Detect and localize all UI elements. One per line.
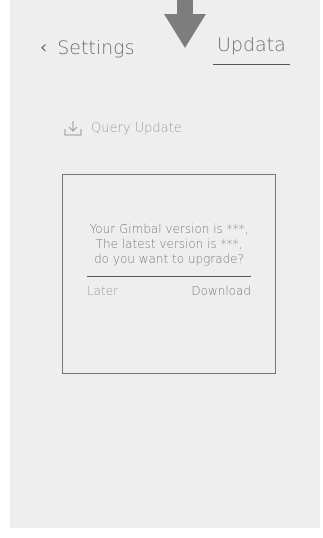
app-screen: ‹ Settings Updata Query Update Your Gimb… — [10, 0, 320, 528]
dialog-divider — [87, 276, 251, 277]
tab-updata[interactable]: Updata — [213, 34, 290, 65]
dialog-message-line: The latest version is ***, — [95, 237, 243, 251]
dialog-message-line: do you want to upgrade? — [94, 252, 244, 266]
back-button[interactable]: ‹ Settings — [40, 34, 134, 62]
later-button[interactable]: Later — [87, 284, 118, 298]
query-update-label: Query Update — [91, 120, 182, 136]
query-update-button[interactable]: Query Update — [64, 119, 182, 137]
dialog-message: Your Gimbal version is ***, The latest v… — [63, 222, 275, 267]
chevron-left-icon: ‹ — [40, 37, 48, 58]
header: ‹ Settings Updata — [10, 0, 320, 70]
dialog-message-line: Your Gimbal version is ***, — [89, 222, 249, 236]
download-button[interactable]: Download — [191, 284, 251, 298]
dialog-buttons: Later Download — [87, 284, 251, 298]
back-label: Settings — [57, 37, 135, 59]
download-icon — [64, 121, 82, 136]
upgrade-dialog: Your Gimbal version is ***, The latest v… — [62, 174, 276, 374]
